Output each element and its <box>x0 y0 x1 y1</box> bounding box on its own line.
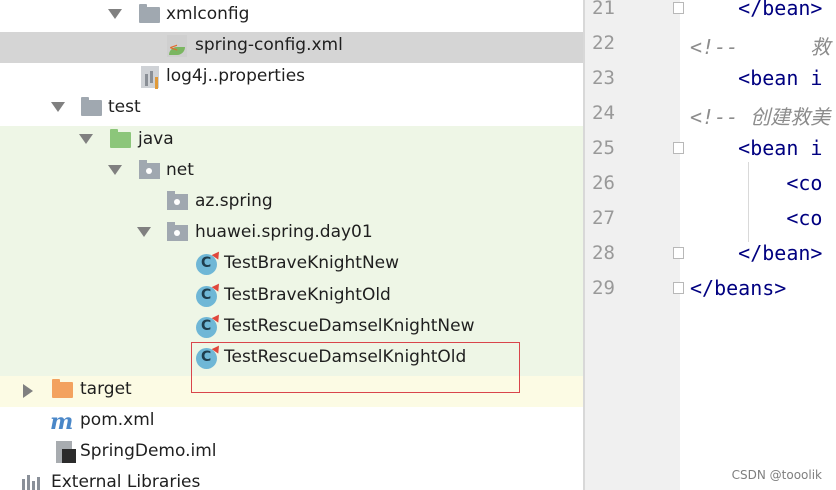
tree-row-label: xmlconfig <box>166 4 250 24</box>
package-icon <box>167 222 188 241</box>
tree-row-xmlconfig[interactable]: xmlconfig <box>0 1 584 32</box>
tree-row-spring-config[interactable]: spring-config.xml <box>0 32 584 63</box>
fold-marker-icon[interactable] <box>673 282 684 294</box>
tree-row-label: net <box>166 160 194 180</box>
class-icon-letter: C <box>201 255 212 271</box>
annotation-highlight-box <box>191 342 520 393</box>
fold-marker-icon[interactable] <box>673 2 684 14</box>
tree-row-label: External Libraries <box>51 472 201 490</box>
chevron-down-icon[interactable] <box>108 9 122 19</box>
tree-row-java[interactable]: java <box>0 126 584 157</box>
tree-row-label: az.spring <box>195 191 273 211</box>
code-line: <bean i <box>690 136 823 160</box>
chevron-down-icon[interactable] <box>79 134 93 144</box>
tree-row-label: TestBraveKnightOld <box>224 285 391 305</box>
code-line: </bean> <box>690 241 823 265</box>
folder-icon <box>81 97 102 116</box>
code-line: <co <box>690 171 823 195</box>
chevron-right-icon[interactable] <box>23 384 33 398</box>
tree-row-test[interactable]: test <box>0 94 584 125</box>
library-icon <box>22 475 44 490</box>
folder-icon <box>139 4 160 23</box>
line-number: 27 <box>592 207 615 229</box>
code-line: </beans> <box>690 276 787 300</box>
tree-row-label: log4j..properties <box>166 66 306 86</box>
fold-marker-icon[interactable] <box>673 247 684 259</box>
line-number: 28 <box>592 242 615 264</box>
tree-row-net[interactable]: net <box>0 157 584 188</box>
chevron-down-icon[interactable] <box>51 102 65 112</box>
source-folder-icon <box>110 129 131 148</box>
tree-row-label: huawei.spring.day01 <box>195 222 373 242</box>
tree-row-springdemo-iml[interactable]: SpringDemo.iml <box>0 438 584 469</box>
xml-file-icon <box>167 35 187 57</box>
code-line: </bean> <box>690 0 823 20</box>
class-icon: C <box>196 317 217 338</box>
line-number: 23 <box>592 67 615 89</box>
fold-marker-icon[interactable] <box>673 142 684 154</box>
line-number: 29 <box>592 277 615 299</box>
code-line: <!-- 创建救美 <box>690 105 831 129</box>
tree-row-log4j-properties[interactable]: log4j..properties <box>0 63 584 94</box>
tree-row-huawei-spring-day01[interactable]: huawei.spring.day01 <box>0 219 584 250</box>
class-icon: C <box>196 254 217 275</box>
tree-row-label: pom.xml <box>80 410 155 430</box>
tree-row-test-rescue-damsel-knight-new[interactable]: C TestRescueDamselKnightNew <box>0 313 584 344</box>
tree-row-label: test <box>108 97 141 117</box>
code-line: <bean i <box>690 66 823 90</box>
tree-row-test-brave-knight-new[interactable]: C TestBraveKnightNew <box>0 250 584 281</box>
chevron-down-icon[interactable] <box>108 165 122 175</box>
maven-icon: m <box>50 409 74 435</box>
project-tree-panel: xmlconfig spring-config.xml log4j..prope… <box>0 0 584 490</box>
tree-row-external-libraries[interactable]: External Libraries <box>0 469 584 490</box>
class-icon-letter: C <box>201 287 212 303</box>
code-line: <!-- 救 <box>690 35 831 59</box>
line-number: 22 <box>592 32 615 54</box>
tree-row-test-brave-knight-old[interactable]: C TestBraveKnightOld <box>0 282 584 313</box>
line-number: 26 <box>592 172 615 194</box>
class-icon-letter: C <box>201 318 212 334</box>
tree-row-label: TestBraveKnightNew <box>224 253 400 273</box>
line-number: 21 <box>592 0 615 19</box>
excluded-folder-icon <box>52 379 73 398</box>
package-icon <box>139 160 160 179</box>
code-line: <co <box>690 206 823 230</box>
line-number: 24 <box>592 102 615 124</box>
properties-file-icon <box>141 66 159 88</box>
class-icon: C <box>196 286 217 307</box>
package-icon <box>167 191 188 210</box>
tree-row-az-spring[interactable]: az.spring <box>0 188 584 219</box>
tree-row-label: SpringDemo.iml <box>80 441 217 461</box>
tree-row-pom-xml[interactable]: m pom.xml <box>0 407 584 438</box>
tree-row-label: TestRescueDamselKnightNew <box>224 316 475 336</box>
iml-file-icon <box>56 441 76 463</box>
line-number: 25 <box>592 137 615 159</box>
watermark: CSDN @tooolik <box>731 468 822 482</box>
tree-row-label: spring-config.xml <box>195 35 343 55</box>
chevron-down-icon[interactable] <box>137 227 151 237</box>
tree-row-label: java <box>138 129 174 149</box>
tree-row-label: target <box>80 379 132 399</box>
